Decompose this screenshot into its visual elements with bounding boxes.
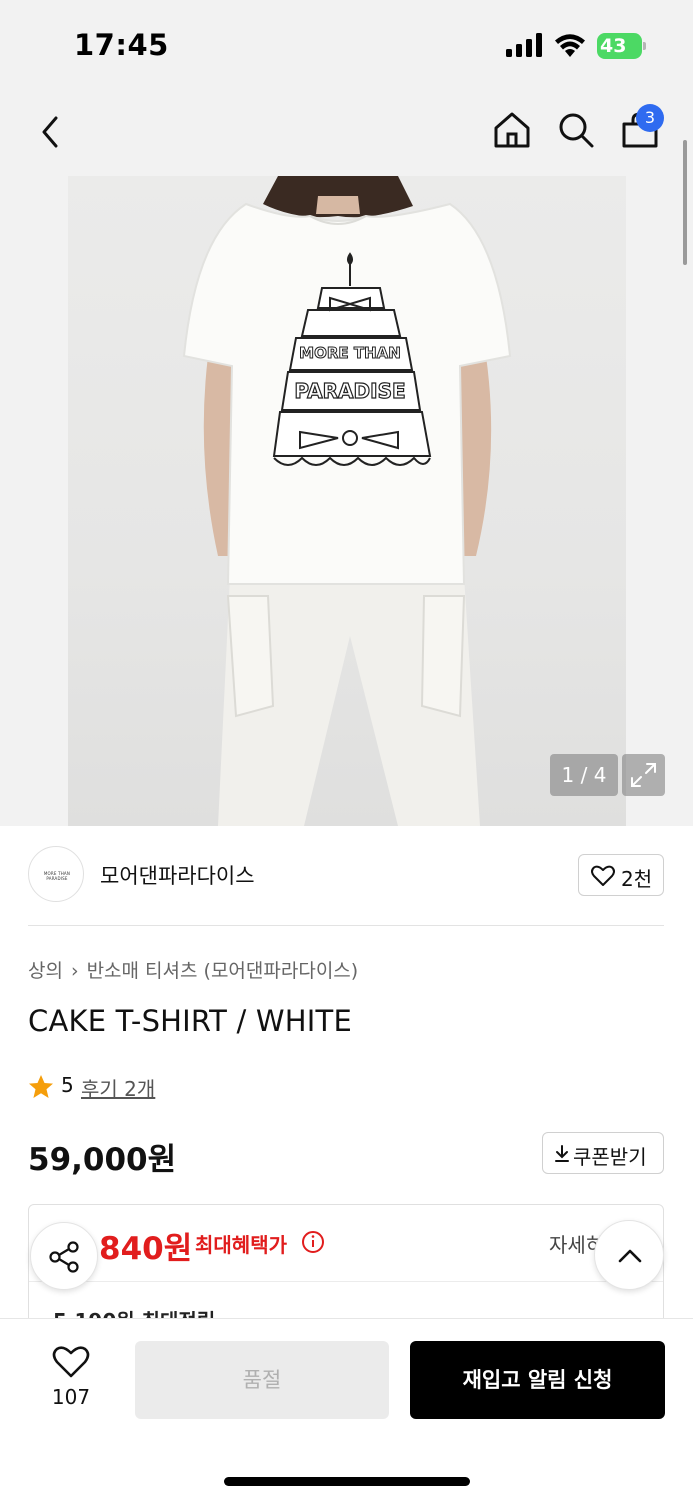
brand-like-button[interactable]: 2천 bbox=[578, 854, 664, 896]
battery-indicator: 43 bbox=[597, 33, 647, 59]
page-scrollbar[interactable] bbox=[683, 140, 687, 265]
download-icon bbox=[555, 1145, 569, 1162]
chevron-right-icon: › bbox=[70, 960, 79, 982]
wishlist-count: 107 bbox=[51, 1385, 91, 1409]
product-photo[interactable]: MORE THAN PARADISE bbox=[68, 176, 626, 826]
search-icon[interactable] bbox=[556, 110, 596, 150]
chevron-up-icon bbox=[618, 1249, 642, 1263]
top-navigation: 3 bbox=[0, 92, 693, 176]
breadcrumb-item-category[interactable]: 상의 bbox=[28, 956, 63, 983]
scroll-top-button[interactable] bbox=[594, 1220, 664, 1290]
image-counter: 1 / 4 bbox=[550, 754, 618, 796]
review-link[interactable]: 후기 2개 bbox=[81, 1073, 155, 1102]
product-price: 59,000원 bbox=[28, 1142, 177, 1178]
info-icon[interactable] bbox=[301, 1230, 325, 1254]
back-icon[interactable] bbox=[36, 112, 64, 152]
tshirt-illustration: MORE THAN PARADISE bbox=[182, 176, 512, 826]
restock-alert-button[interactable]: 재입고 알림 신청 bbox=[410, 1341, 665, 1419]
home-icon[interactable] bbox=[492, 110, 532, 150]
max-benefit-label: 최대혜택가 bbox=[195, 1233, 287, 1257]
cellular-signal-icon bbox=[506, 33, 542, 57]
print-text-line1: MORE THAN bbox=[299, 344, 401, 362]
status-bar: 17:45 43 bbox=[0, 0, 693, 92]
brand-logo-text: MORE THAN PARADISE bbox=[43, 871, 71, 881]
bottom-action-bar: 107 품절 재입고 알림 신청 bbox=[0, 1318, 693, 1500]
expand-icon bbox=[631, 763, 656, 787]
max-benefit-price: 840원 bbox=[99, 1231, 193, 1267]
expand-image-button[interactable] bbox=[622, 754, 665, 796]
breadcrumb: 상의 › 반소매 티셔츠 (모어댄파라다이스) bbox=[28, 956, 358, 983]
brand-logo[interactable]: MORE THAN PARADISE bbox=[28, 846, 84, 902]
wishlist-button[interactable]: 107 bbox=[40, 1345, 102, 1415]
breadcrumb-item-subcategory[interactable]: 반소매 티셔츠 (모어댄파라다이스) bbox=[87, 956, 359, 983]
divider bbox=[29, 1281, 663, 1282]
share-icon bbox=[49, 1241, 79, 1273]
soldout-button: 품절 bbox=[135, 1341, 389, 1419]
rating-score: 5 bbox=[61, 1073, 74, 1097]
product-image-gallery[interactable]: MORE THAN PARADISE bbox=[0, 176, 693, 826]
coupon-download-button[interactable]: 쿠폰받기 bbox=[542, 1132, 664, 1174]
wifi-icon bbox=[555, 34, 585, 57]
battery-level: 43 bbox=[600, 35, 627, 57]
heart-icon bbox=[591, 865, 615, 886]
brand-like-count: 2천 bbox=[621, 867, 653, 891]
print-text-line2: PARADISE bbox=[294, 379, 405, 403]
cart-count-badge: 3 bbox=[636, 104, 664, 132]
star-icon bbox=[29, 1075, 53, 1098]
home-indicator[interactable] bbox=[224, 1477, 470, 1486]
product-title: CAKE T-SHIRT / WHITE bbox=[28, 1004, 352, 1038]
heart-icon bbox=[52, 1346, 90, 1378]
status-time: 17:45 bbox=[74, 28, 169, 62]
brand-row: MORE THAN PARADISE 모어댄파라다이스 2천 bbox=[28, 844, 664, 926]
coupon-label: 쿠폰받기 bbox=[573, 1145, 647, 1169]
brand-name[interactable]: 모어댄파라다이스 bbox=[100, 860, 255, 890]
share-button[interactable] bbox=[30, 1222, 98, 1290]
